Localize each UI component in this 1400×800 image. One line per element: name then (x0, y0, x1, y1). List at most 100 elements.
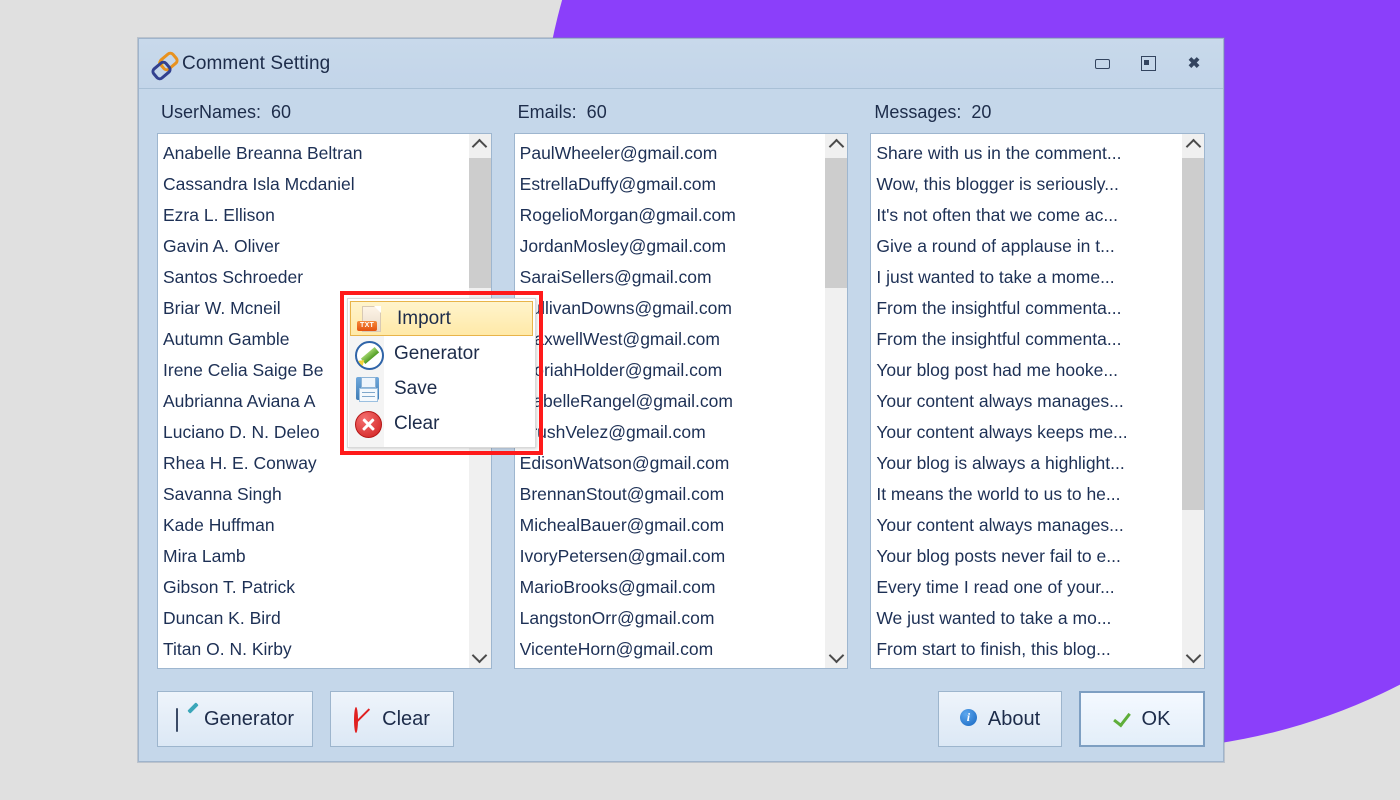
list-item[interactable]: It's not often that we come ac... (876, 200, 1181, 231)
list-item[interactable]: Your blog posts never fail to e... (876, 541, 1181, 572)
list-item[interactable]: SullivanDowns@gmail.com (520, 293, 825, 324)
list-item[interactable]: MichealBauer@gmail.com (520, 510, 825, 541)
list-item[interactable]: MarioBrooks@gmail.com (520, 572, 825, 603)
scrollbar-thumb[interactable] (1182, 158, 1205, 510)
list-item[interactable]: JordanMosley@gmail.com (520, 231, 825, 262)
checkmark-icon (1114, 709, 1134, 729)
list-item[interactable]: Share with us in the comment... (876, 138, 1181, 169)
about-button-label: About (987, 707, 1041, 730)
list-item[interactable]: Your blog post had me hooke... (876, 355, 1181, 386)
list-item[interactable]: Your blog is always a highlight... (876, 448, 1181, 479)
emails-list[interactable]: PaulWheeler@gmail.com EstrellaDuffy@gmai… (515, 134, 825, 668)
list-item[interactable]: Santos Schroeder (163, 262, 468, 293)
window-title: Comment Setting (182, 52, 331, 74)
list-item[interactable]: Wow, this blogger is seriously... (876, 169, 1181, 200)
list-item[interactable]: SaraiSellers@gmail.com (520, 262, 825, 293)
window-content: UserNames: 60 Anabelle Breanna Beltran C… (139, 89, 1223, 669)
list-item[interactable]: IsabelleRangel@gmail.com (520, 386, 825, 417)
emails-listbox[interactable]: PaulWheeler@gmail.com EstrellaDuffy@gmai… (513, 133, 849, 669)
messages-listbox[interactable]: Share with us in the comment... Wow, thi… (870, 133, 1206, 669)
maximize-button[interactable] (1125, 49, 1171, 79)
title-bar: Comment Setting ✖ (139, 39, 1223, 89)
footer-bar: Generator Clear i About OK (139, 669, 1223, 747)
clear-button-label: Clear (382, 707, 430, 730)
floppy-disk-icon (352, 375, 382, 403)
list-item[interactable]: Your content always keeps me... (876, 417, 1181, 448)
messages-list[interactable]: Share with us in the comment... Wow, thi… (871, 134, 1181, 668)
list-item[interactable]: Duncan K. Bird (163, 603, 468, 634)
columns-row: UserNames: 60 Anabelle Breanna Beltran C… (157, 89, 1206, 669)
list-item[interactable]: Savanna Singh (163, 479, 468, 510)
generator-label: Generator (394, 342, 480, 364)
list-item[interactable]: MaxwellWest@gmail.com (520, 324, 825, 355)
red-x-circle-icon (352, 410, 382, 438)
scroll-down-arrow-icon[interactable] (469, 646, 491, 668)
list-item[interactable]: Titan O. N. Kirby (163, 634, 468, 665)
context-menu-item-generator[interactable]: Generator (348, 336, 535, 371)
comment-setting-window: Comment Setting ✖ UserNames: 60 Anabelle… (138, 38, 1224, 762)
list-item[interactable]: Your content always manages... (876, 386, 1181, 417)
list-item[interactable]: We just wanted to take a mo... (876, 603, 1181, 634)
list-item[interactable]: BrushVelez@gmail.com (520, 417, 825, 448)
ok-button[interactable]: OK (1079, 691, 1205, 747)
edit-pencil-icon (176, 708, 196, 732)
minimize-icon (1094, 58, 1110, 69)
list-item[interactable]: Anabelle Breanna Beltran (163, 138, 468, 169)
list-item[interactable]: It means the world to us to he... (876, 479, 1181, 510)
emails-scrollbar[interactable] (824, 134, 848, 668)
generator-button-label: Generator (204, 707, 295, 730)
column-emails: Emails: 60 PaulWheeler@gmail.com Estrell… (513, 99, 849, 669)
list-item[interactable]: Ezra L. Ellison (163, 200, 468, 231)
generator-button[interactable]: Generator (157, 691, 314, 747)
column-messages: Messages: 20 Share with us in the commen… (870, 99, 1206, 669)
maximize-icon (1140, 56, 1156, 71)
list-item[interactable]: IvoryPetersen@gmail.com (520, 541, 825, 572)
screen: Comment Setting ✖ UserNames: 60 Anabelle… (0, 0, 1400, 800)
list-item[interactable]: Every time I read one of your... (876, 572, 1181, 603)
context-menu-highlight: TXT Import Generator Save Clear (340, 291, 543, 455)
list-item[interactable]: PaulWheeler@gmail.com (520, 138, 825, 169)
messages-label: Messages: 20 (874, 102, 992, 122)
list-item[interactable]: BrennanStout@gmail.com (520, 479, 825, 510)
pencil-circle-icon (352, 340, 384, 370)
list-item[interactable]: EdisonWatson@gmail.com (520, 448, 825, 479)
list-item[interactable]: Gibson T. Patrick (163, 572, 468, 603)
scrollbar-thumb[interactable] (468, 158, 491, 288)
scroll-up-arrow-icon[interactable] (469, 134, 491, 156)
list-item[interactable]: Mira Lamb (163, 541, 468, 572)
list-item[interactable]: Cassandra Isla Mcdaniel (163, 169, 468, 200)
import-label: Import (397, 307, 451, 329)
close-icon: ✖ (1187, 55, 1201, 72)
scroll-down-arrow-icon[interactable] (1182, 646, 1204, 668)
emails-label: Emails: 60 (517, 102, 607, 122)
list-item[interactable]: MoriahHolder@gmail.com (520, 355, 825, 386)
close-button[interactable]: ✖ (1171, 49, 1217, 79)
list-item[interactable]: From the insightful commenta... (876, 324, 1181, 355)
context-menu-item-clear[interactable]: Clear (348, 406, 535, 441)
scrollbar-thumb[interactable] (825, 158, 848, 288)
list-item[interactable]: Give a round of applause in t... (876, 231, 1181, 262)
scroll-up-arrow-icon[interactable] (825, 134, 847, 156)
scroll-up-arrow-icon[interactable] (1182, 134, 1204, 156)
list-item[interactable]: Your content always manages... (876, 510, 1181, 541)
list-item[interactable]: I just wanted to take a mome... (876, 262, 1181, 293)
clear-label: Clear (394, 412, 440, 434)
messages-scrollbar[interactable] (1181, 134, 1205, 668)
about-button[interactable]: i About (938, 691, 1062, 747)
clear-button[interactable]: Clear (330, 691, 455, 747)
scroll-down-arrow-icon[interactable] (825, 646, 847, 668)
list-item[interactable]: EstrellaDuffy@gmail.com (520, 169, 825, 200)
list-item[interactable]: RogelioMorgan@gmail.com (520, 200, 825, 231)
window-controls: ✖ (1079, 39, 1217, 88)
list-item[interactable]: Gavin A. Oliver (163, 231, 468, 262)
list-item[interactable]: Kade Huffman (163, 510, 468, 541)
list-item[interactable]: VicenteHorn@gmail.com (520, 634, 825, 665)
list-item[interactable]: From the insightful commenta... (876, 293, 1181, 324)
list-item[interactable]: LangstonOrr@gmail.com (520, 603, 825, 634)
minimize-button[interactable] (1079, 49, 1125, 79)
context-menu-item-save[interactable]: Save (348, 371, 535, 406)
ok-button-label: OK (1141, 707, 1171, 730)
list-item[interactable]: From start to finish, this blog... (876, 634, 1181, 665)
usernames-label: UserNames: 60 (161, 102, 292, 122)
context-menu-item-import[interactable]: TXT Import (350, 301, 533, 336)
